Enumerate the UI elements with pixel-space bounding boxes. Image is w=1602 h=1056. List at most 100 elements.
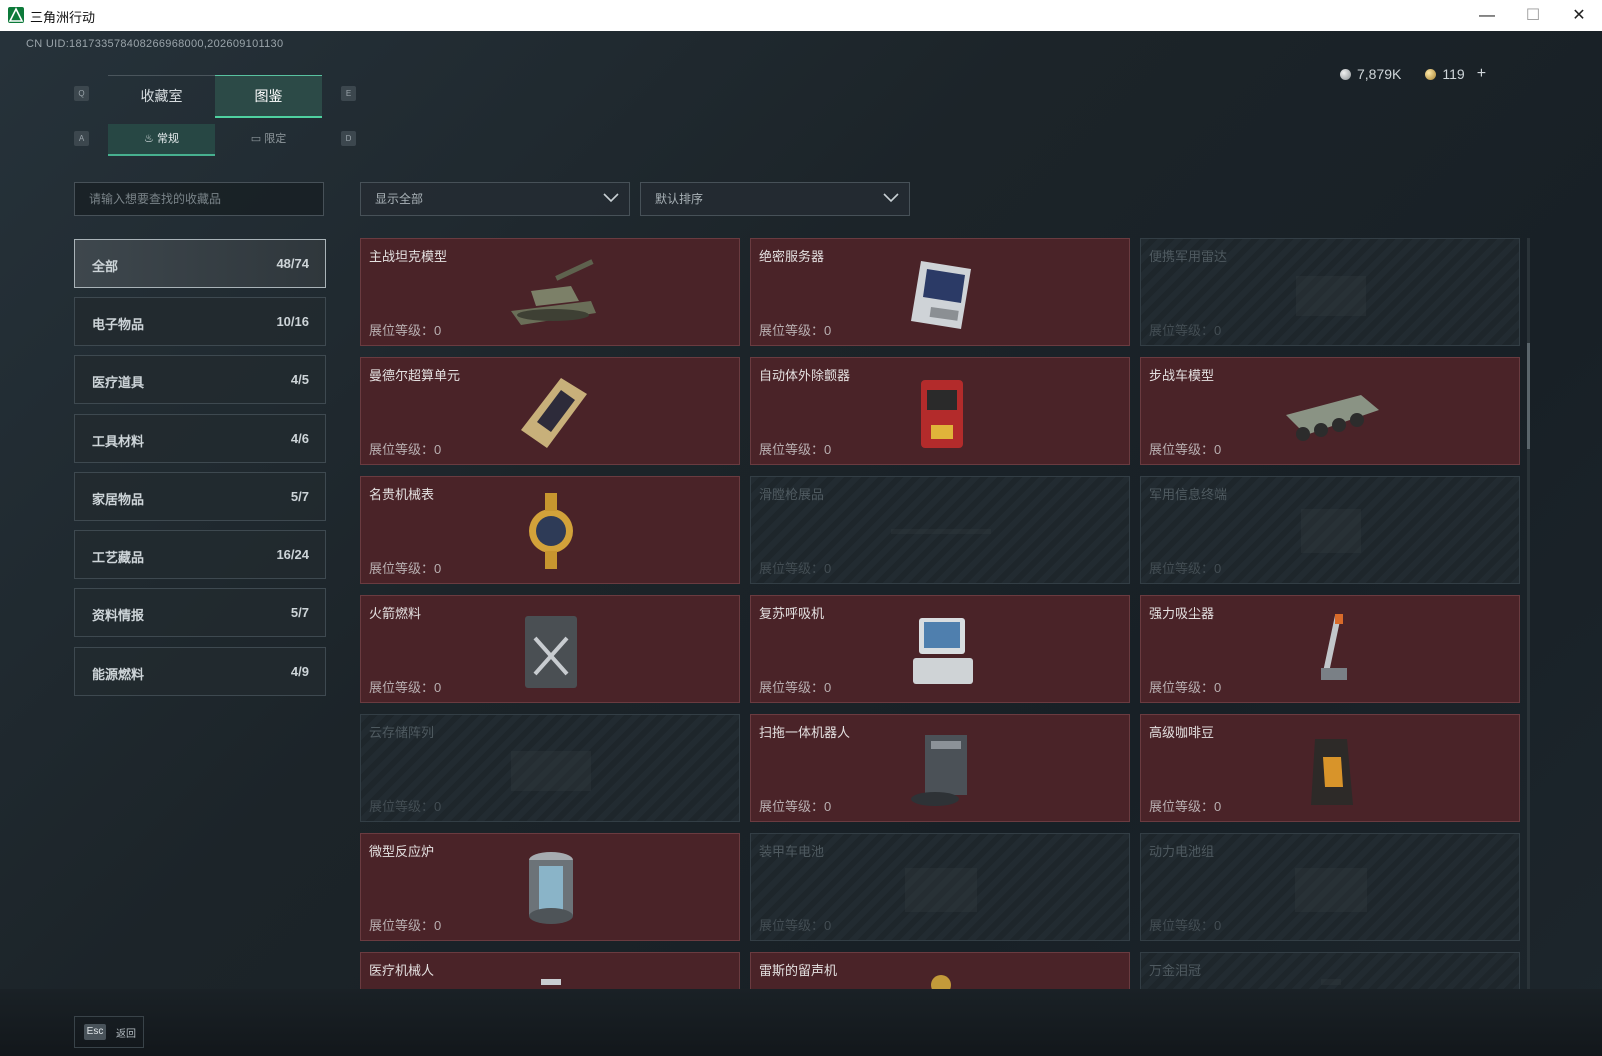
robot-vacuum-icon: [891, 727, 991, 811]
filter-dropdown[interactable]: 显示全部: [360, 182, 630, 216]
storage-array-icon: [501, 727, 601, 811]
category-label: 工艺藏品: [92, 550, 145, 565]
collection-card[interactable]: 滑膛枪展品展位等级：0: [750, 476, 1130, 584]
subtab-limited-label: 限定: [264, 133, 287, 145]
musket-icon: [851, 489, 1031, 573]
collection-card[interactable]: 强力吸尘器 展位等级：0: [1140, 595, 1520, 703]
category-count: 5/7: [290, 489, 309, 504]
card-level-value: 0: [1214, 561, 1222, 576]
card-level-label: 展位等级：: [369, 442, 435, 457]
card-level: 展位等级：0: [759, 677, 831, 696]
card-level-label: 展位等级：: [369, 680, 435, 695]
card-item-name: 装甲车电池: [759, 844, 825, 859]
card-level: 展位等级：0: [759, 558, 831, 577]
flame-icon: ♨: [144, 133, 154, 145]
terminal-icon: [1281, 489, 1381, 573]
card-item-name: 万金泪冠: [1149, 963, 1202, 978]
category-label: 工具材料: [92, 434, 145, 449]
collection-card[interactable]: 便携军用雷达 展位等级：0: [1140, 238, 1520, 346]
card-level-label: 展位等级：: [369, 561, 435, 576]
category-count: 16/24: [276, 547, 309, 562]
collection-card[interactable]: 高级咖啡豆 展位等级：0: [1140, 714, 1520, 822]
category-all[interactable]: 全部 48/74: [74, 239, 326, 288]
category-household[interactable]: 家居物品 5/7: [74, 472, 326, 521]
close-button[interactable]: ✕: [1556, 0, 1602, 31]
tab-collection-room[interactable]: 收藏室: [108, 75, 215, 116]
collection-card[interactable]: 绝密服务器 展位等级：0: [750, 238, 1130, 346]
category-intel[interactable]: 资料情报 5/7: [74, 588, 326, 637]
collection-card[interactable]: 装甲车电池 展位等级：0: [750, 833, 1130, 941]
card-level-value: 0: [824, 799, 832, 814]
ventilator-icon: [891, 608, 991, 692]
card-level-value: 0: [434, 442, 442, 457]
card-item-name: 主战坦克模型: [369, 249, 448, 264]
search-input[interactable]: 请输入想要查找的收藏品: [74, 182, 324, 216]
collection-card[interactable]: 名贵机械表 展位等级：0: [360, 476, 740, 584]
minimize-button[interactable]: —: [1464, 0, 1510, 31]
sort-dropdown-value: 默认排序: [655, 192, 704, 206]
category-count: 10/16: [276, 314, 309, 329]
battery-icon: [891, 846, 991, 930]
collection-card[interactable]: 火箭燃料展位等级：0: [360, 595, 740, 703]
sort-dropdown[interactable]: 默认排序: [640, 182, 910, 216]
category-label: 能源燃料: [92, 667, 145, 682]
category-tools[interactable]: 工具材料 4/6: [74, 414, 326, 463]
card-level: 展位等级：0: [759, 796, 831, 815]
card-level: 展位等级：0: [759, 439, 831, 458]
card-item-name: 雷斯的留声机: [759, 963, 838, 978]
category-energy[interactable]: 能源燃料 4/9: [74, 647, 326, 696]
subtab-normal[interactable]: ♨ 常规: [108, 124, 215, 156]
card-level-value: 0: [1214, 918, 1222, 933]
card-item-name: 火箭燃料: [369, 606, 422, 621]
battery-pack-icon: [1281, 846, 1381, 930]
card-item-name: 复苏呼吸机: [759, 606, 825, 621]
server-icon: [891, 251, 991, 335]
collection-card[interactable]: 军用信息终端 展位等级：0: [1140, 476, 1520, 584]
card-level-value: 0: [824, 680, 832, 695]
gold-amount: 119: [1442, 66, 1465, 82]
watch-icon: [501, 489, 601, 573]
add-currency-button[interactable]: +: [1477, 65, 1486, 83]
collection-card[interactable]: 自动体外除颤器 展位等级：0: [750, 357, 1130, 465]
category-electronics[interactable]: 电子物品 10/16: [74, 297, 326, 346]
card-item-name: 便携军用雷达: [1149, 249, 1228, 264]
card-level-label: 展位等级：: [759, 680, 825, 695]
gold-coin-icon: [1425, 68, 1437, 80]
tank-icon: [501, 251, 601, 335]
collection-card[interactable]: 曼德尔超算单元 展位等级：0: [360, 357, 740, 465]
collection-card[interactable]: 步战车模型 展位等级：0: [1140, 357, 1520, 465]
category-count: 5/7: [290, 605, 309, 620]
fuel-can-icon: [501, 608, 601, 692]
card-level-label: 展位等级：: [369, 799, 435, 814]
category-crafts[interactable]: 工艺藏品 16/24: [74, 530, 326, 579]
grid-scrollbar[interactable]: [1527, 238, 1530, 1005]
collection-card[interactable]: 主战坦克模型 展位等级：0: [360, 238, 740, 346]
collection-grid: 主战坦克模型 展位等级：0 绝密服务器 展位等级：0 便携军用雷达 展位等级：0 曼德尔超算…: [360, 238, 1520, 1005]
defibrillator-icon: [891, 370, 991, 454]
collection-card[interactable]: 复苏呼吸机展位等级：0: [750, 595, 1130, 703]
card-level-label: 展位等级：: [1149, 799, 1215, 814]
collection-card[interactable]: 扫拖一体机器人 展位等级：0: [750, 714, 1130, 822]
card-level-value: 0: [434, 918, 442, 933]
category-medical[interactable]: 医疗道具 4/5: [74, 355, 326, 404]
silver-amount: 7,879K: [1357, 66, 1402, 82]
card-level-value: 0: [1214, 680, 1222, 695]
card-level-value: 0: [434, 561, 442, 576]
collection-card[interactable]: 动力电池组 展位等级：0: [1140, 833, 1520, 941]
collection-card[interactable]: 微型反应炉 展位等级：0: [360, 833, 740, 941]
key-hint-e: E: [341, 86, 356, 101]
subtab-limited[interactable]: ▭ 限定: [215, 124, 322, 154]
card-level-value: 0: [824, 323, 832, 338]
collection-card[interactable]: 云存储阵列 展位等级：0: [360, 714, 740, 822]
tab-atlas[interactable]: 图鉴: [215, 75, 322, 118]
card-level-value: 0: [434, 323, 442, 338]
card-item-name: 滑膛枪展品: [759, 487, 825, 502]
card-level-value: 0: [434, 680, 442, 695]
scrollbar-thumb[interactable]: [1527, 343, 1530, 449]
card-level-label: 展位等级：: [759, 442, 825, 457]
card-item-name: 军用信息终端: [1149, 487, 1228, 502]
chip-icon: [501, 370, 601, 454]
card-level-value: 0: [434, 799, 442, 814]
maximize-button[interactable]: ☐: [1510, 0, 1556, 31]
card-level-value: 0: [1214, 799, 1222, 814]
